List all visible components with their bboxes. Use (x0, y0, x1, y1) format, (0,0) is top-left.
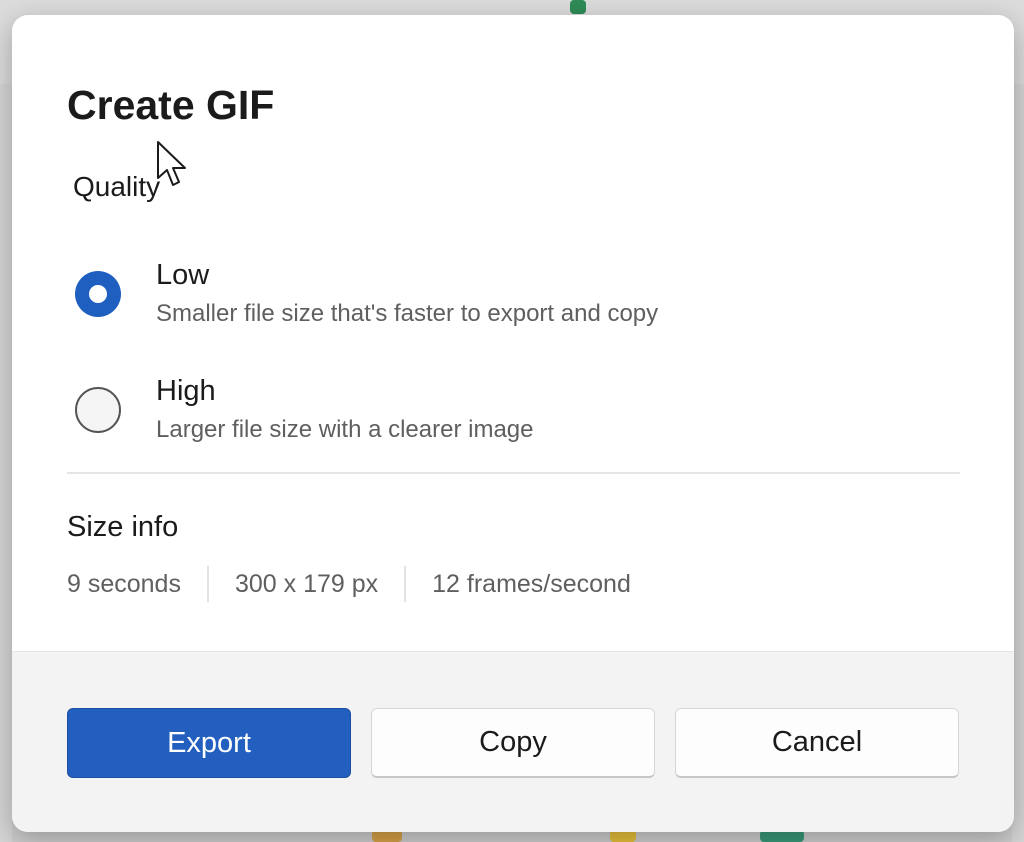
background-left-edge (0, 84, 12, 842)
quality-option-title: High (156, 375, 216, 407)
background-decoration-green (570, 0, 586, 14)
section-divider (67, 472, 960, 474)
quality-label: Quality (73, 171, 161, 202)
radio-dot (89, 285, 107, 303)
size-info-separator (404, 566, 407, 602)
dialog-title: Create GIF (67, 82, 275, 128)
quality-option-high[interactable]: High Larger file size with a clearer ima… (67, 363, 967, 453)
quality-option-description: Larger file size with a clearer image (156, 416, 534, 443)
quality-option-description: Smaller file size that's faster to expor… (156, 300, 659, 327)
cancel-button[interactable]: Cancel (675, 708, 959, 778)
size-info-separator (206, 566, 209, 602)
size-info-duration: 9 seconds (67, 570, 181, 598)
size-info-row: 9 seconds 300 x 179 px 12 frames/second (67, 566, 631, 602)
copy-button[interactable]: Copy (371, 708, 655, 778)
dialog-footer: Export Copy Cancel (12, 651, 1014, 832)
size-info-heading: Size info (67, 511, 179, 543)
radio-checked-icon[interactable] (75, 271, 121, 317)
create-gif-dialog: Create GIF Quality Low Smaller file size… (12, 15, 1014, 832)
size-info-dimensions: 300 x 179 px (234, 570, 379, 598)
size-info-frame-rate: 12 frames/second (432, 570, 631, 598)
radio-unchecked-icon[interactable] (75, 387, 121, 433)
export-button[interactable]: Export (67, 708, 351, 778)
quality-option-low[interactable]: Low Smaller file size that's faster to e… (67, 247, 967, 337)
quality-option-title: Low (156, 259, 210, 291)
